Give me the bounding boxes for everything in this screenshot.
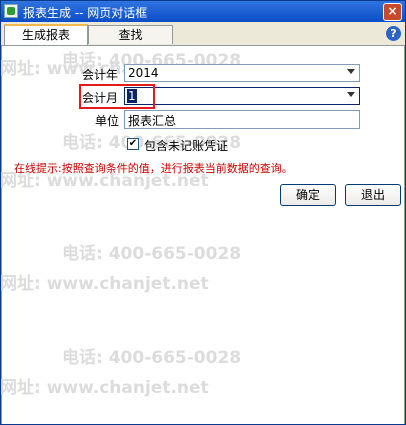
year-select[interactable]: 2014 (124, 64, 360, 82)
tab-generate-report[interactable]: 生成报表 (4, 24, 88, 45)
year-label: 会计年 (82, 68, 119, 82)
close-icon[interactable]: × (383, 3, 402, 21)
online-hint: 在线提示:按照查询条件的值，进行报表当前数据的查询。 (14, 162, 293, 175)
window-title: 报表生成 -- 网页对话框 (23, 6, 148, 20)
year-value: 2014 (128, 66, 159, 80)
include-unposted-label[interactable]: 包含未记账凭证 (144, 137, 228, 154)
unit-value: 报表汇总 (128, 114, 177, 128)
month-highlight-box (79, 84, 155, 109)
watermark-site: 网址: www.chanjet.net (0, 378, 209, 398)
ok-button[interactable]: 确定 (280, 184, 336, 206)
chevron-down-icon[interactable] (347, 69, 355, 74)
watermark-site: 网址: www.chanjet.net (0, 274, 209, 294)
report-panel: 电话: 400-665-0028 网址: www.chanjet.net 电话:… (0, 46, 405, 424)
unit-label: 单位 (95, 114, 120, 128)
tab-bar: 生成报表 查找 ? (1, 22, 405, 46)
watermark-phone: 电话: 400-665-0028 (62, 348, 242, 368)
unit-field[interactable]: 报表汇总 (124, 110, 360, 129)
month-select[interactable]: 1 (124, 87, 360, 105)
app-icon (4, 4, 18, 18)
include-unposted-checkbox[interactable]: ✔ (127, 138, 139, 150)
tab-search[interactable]: 查找 (88, 25, 173, 44)
chevron-down-icon[interactable] (347, 92, 355, 97)
help-icon[interactable]: ? (386, 26, 401, 41)
title-bar: 报表生成 -- 网页对话框 × (1, 1, 405, 22)
watermark-phone: 电话: 400-665-0028 (62, 244, 242, 264)
exit-button[interactable]: 退出 (345, 184, 401, 206)
dialog-window: 报表生成 -- 网页对话框 × 生成报表 查找 ? 电话: 400-665-00… (0, 0, 406, 425)
